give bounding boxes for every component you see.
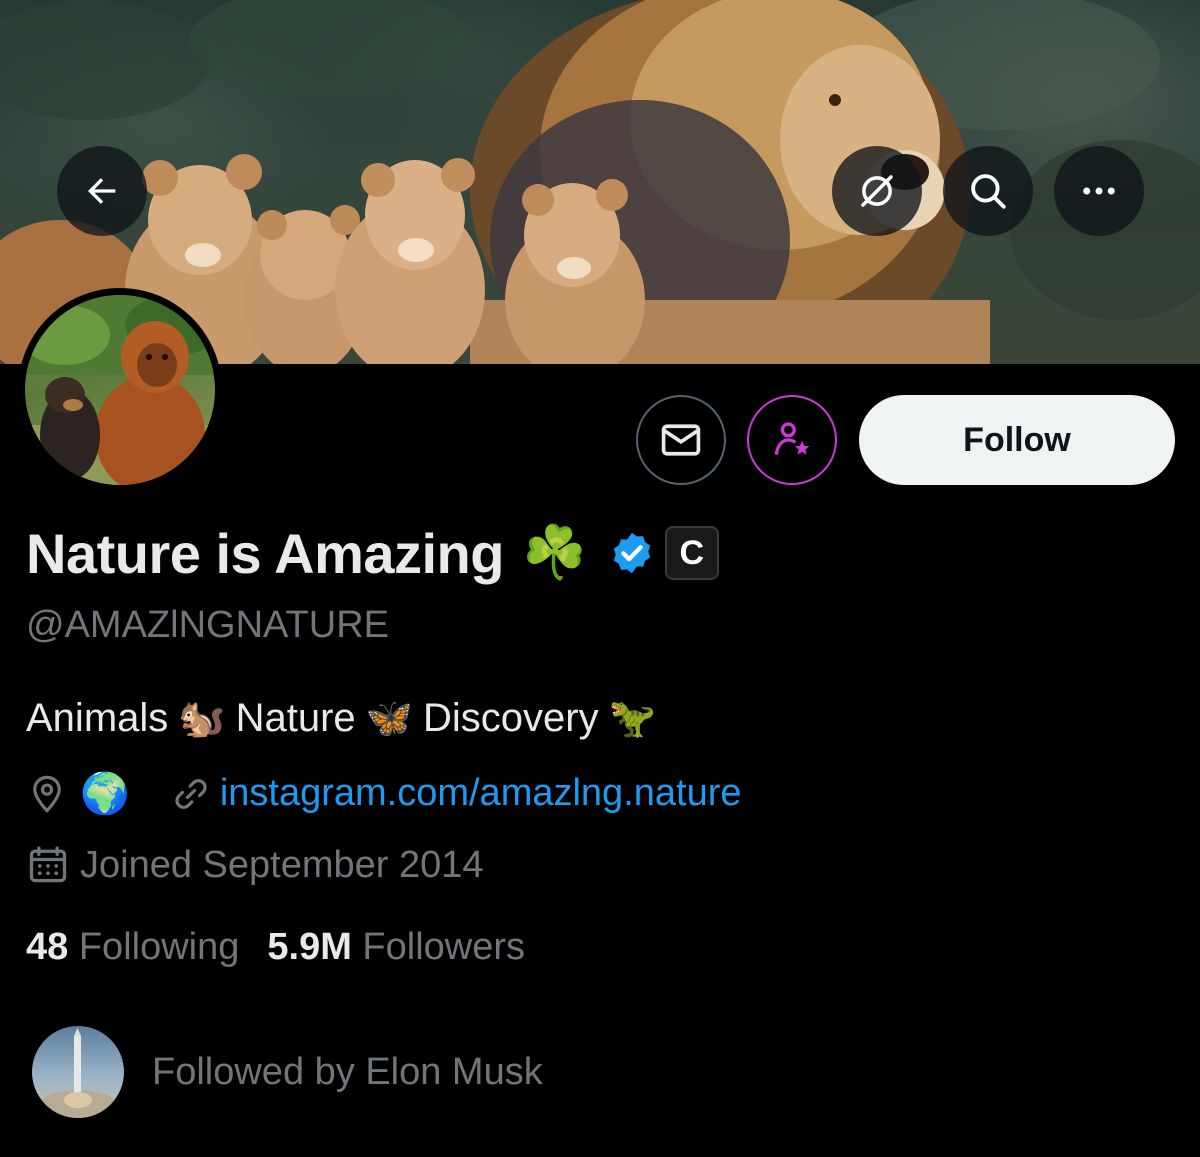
dinosaur-emoji: 🦖: [608, 698, 656, 740]
avatar-orangutan-illustration: [25, 295, 215, 485]
followers-link[interactable]: 5.9M Followers: [267, 926, 525, 968]
calendar-icon: [29, 846, 67, 883]
location-pin-icon: [33, 775, 61, 813]
follower-avatar: [32, 1026, 124, 1118]
grok-icon: [861, 175, 893, 207]
profile-handle: @AMAZlNGNATURE: [26, 604, 389, 646]
avatar-image: [25, 295, 215, 485]
followers-label: Followers: [362, 926, 526, 968]
person-star-icon: [774, 422, 810, 455]
display-name: Nature is Amazing: [26, 521, 504, 585]
bio-word-nature: Nature: [235, 696, 356, 740]
back-button[interactable]: [57, 146, 147, 236]
joined-row: Joined September 2014: [26, 843, 484, 887]
profile-page: Follow Nature is Amazing ☘️ C @AMAZlNGNA…: [0, 0, 1200, 1157]
profile-bio: Animals 🐿️ Nature 🦋 Discovery 🦖: [26, 696, 666, 741]
following-label: Following: [78, 926, 240, 968]
affiliate-badge[interactable]: C: [664, 526, 719, 580]
follow-stats: 48 Following 5.9M Followers: [26, 926, 525, 969]
arrow-left-icon: [88, 178, 116, 204]
link-icon: [175, 778, 207, 809]
bio-word-discovery: Discovery: [422, 696, 599, 740]
follow-button[interactable]: Follow: [859, 395, 1175, 485]
following-count: 48: [26, 926, 69, 968]
chipmunk-emoji: 🐿️: [178, 698, 226, 740]
name-row: Nature is Amazing ☘️ C: [26, 518, 719, 588]
verified-badge-icon[interactable]: [609, 530, 655, 576]
profile-avatar[interactable]: [18, 288, 222, 492]
envelope-icon: [661, 424, 701, 456]
followed-by-row[interactable]: Followed by Elon Musk: [32, 1026, 543, 1118]
following-link[interactable]: 48 Following: [26, 926, 239, 968]
website-link[interactable]: instagram.com/amazlng.nature: [220, 772, 742, 815]
followed-by-text: Followed by Elon Musk: [152, 1050, 543, 1093]
message-button[interactable]: [636, 395, 726, 485]
globe-emoji: 🌍: [80, 772, 130, 816]
search-button[interactable]: [943, 146, 1033, 236]
grok-button[interactable]: [832, 146, 922, 236]
more-options-button[interactable]: [1054, 146, 1144, 236]
more-horizontal-icon: [1083, 187, 1115, 195]
followers-count: 5.9M: [267, 926, 352, 968]
bio-word-animals: Animals: [26, 696, 169, 740]
shamrock-emoji: ☘️: [521, 524, 587, 582]
joined-date: Joined September 2014: [80, 843, 484, 886]
search-icon: [971, 174, 1006, 209]
location-website-row: 🌍 instagram.com/amazlng.nature: [26, 770, 742, 817]
butterfly-emoji: 🦋: [365, 698, 413, 740]
subscribe-button[interactable]: [747, 395, 837, 485]
rocket-launch-illustration: [38, 1028, 118, 1118]
